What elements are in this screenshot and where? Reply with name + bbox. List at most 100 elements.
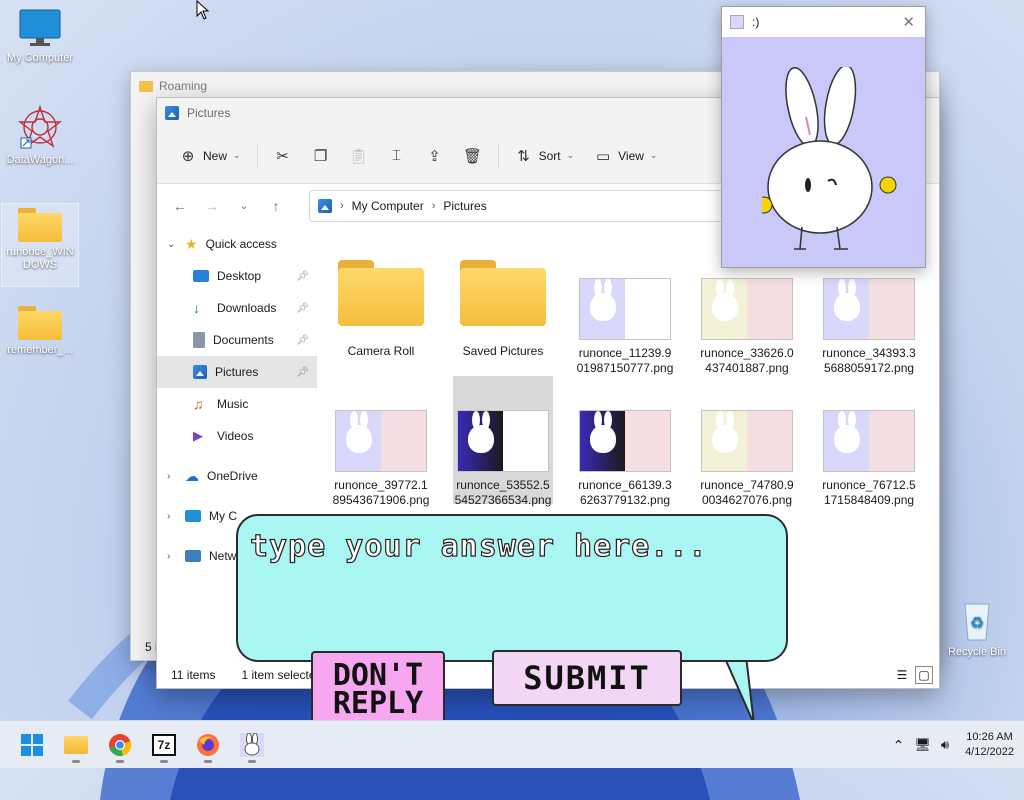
start-button[interactable] bbox=[10, 725, 54, 765]
tiles-view-button[interactable]: ▢ bbox=[915, 666, 933, 684]
file-item-image[interactable]: runonce_11239.9 01987150777.png bbox=[575, 272, 675, 376]
roaming-title: Roaming bbox=[159, 79, 208, 93]
desktop-icon-label: remember_... bbox=[7, 344, 73, 356]
image-thumbnail bbox=[701, 278, 793, 340]
file-item-saved-pictures[interactable]: Saved Pictures bbox=[453, 254, 553, 359]
view-button[interactable]: ▭ View ⌄ bbox=[584, 140, 667, 172]
dont-reply-button[interactable]: DON'T REPLY bbox=[311, 651, 445, 729]
breadcrumb-my-computer[interactable]: My Computer bbox=[352, 199, 424, 213]
bunny-illustration bbox=[762, 67, 897, 250]
taskbar-file-explorer[interactable] bbox=[54, 725, 98, 765]
document-icon bbox=[193, 332, 205, 348]
sidebar-label: Downloads bbox=[217, 301, 277, 315]
folder-icon bbox=[460, 260, 546, 326]
bunny-popup-window[interactable]: :) ✕ bbox=[721, 6, 926, 268]
taskbar-7zip[interactable]: 7z bbox=[142, 725, 186, 765]
sidebar-label: Netw bbox=[209, 549, 237, 563]
chevron-up-icon[interactable]: ⌃ bbox=[893, 737, 905, 754]
recent-locations-button[interactable]: ⌄ bbox=[231, 193, 257, 219]
image-thumbnail bbox=[701, 410, 793, 472]
submit-button[interactable]: SUBMIT bbox=[492, 650, 682, 706]
monitor-icon bbox=[185, 510, 201, 522]
cut-button[interactable]: ✂ bbox=[264, 140, 302, 172]
file-item-image[interactable]: runonce_33626.0 437401887.png bbox=[697, 272, 797, 376]
file-name: runonce_39772.1 89543671906.png bbox=[332, 478, 430, 507]
explorer-title: Pictures bbox=[187, 106, 231, 120]
file-item-image[interactable]: runonce_66139.3 6263779132.png bbox=[575, 404, 675, 508]
desktop-icon-remember-folder[interactable]: remember_... bbox=[2, 306, 78, 357]
plus-circle-icon: ⊕ bbox=[181, 147, 195, 165]
desktop-icon bbox=[193, 270, 209, 282]
clipboard-icon: 📋︎ bbox=[349, 147, 369, 165]
up-button[interactable]: ↑ bbox=[263, 193, 289, 219]
sidebar-item-documents[interactable]: Documents 📌︎ bbox=[157, 324, 317, 356]
paste-button[interactable]: 📋︎ bbox=[340, 140, 378, 172]
answer-speech-bubble bbox=[236, 514, 788, 662]
file-item-image[interactable]: runonce_34393.3 5688059172.png bbox=[819, 272, 919, 376]
desktop-icon-recycle-bin[interactable]: ♻ Recycle Bin bbox=[944, 598, 1010, 658]
trash-icon: 🗑︎ bbox=[463, 147, 483, 165]
recycle-bin-icon: ♻ bbox=[964, 603, 990, 641]
runonce-bunny-icon bbox=[240, 732, 264, 757]
sort-button[interactable]: ⇅ Sort ⌄ bbox=[505, 140, 585, 172]
share-icon: ⇪ bbox=[428, 147, 441, 165]
desktop-icon-runonce-folder[interactable]: runonce_WIN DOWS bbox=[1, 203, 79, 287]
sidebar-item-onedrive[interactable]: › ☁ OneDrive bbox=[157, 460, 317, 492]
network-status-icon[interactable]: 🖥︎ bbox=[914, 737, 931, 753]
answer-input[interactable] bbox=[250, 526, 770, 566]
sidebar-item-pictures[interactable]: Pictures 📌︎ bbox=[157, 356, 317, 388]
rename-button[interactable]: ⌶ bbox=[378, 140, 416, 172]
copy-button[interactable]: ❐ bbox=[302, 140, 340, 172]
sidebar-item-downloads[interactable]: ↓ Downloads 📌︎ bbox=[157, 292, 317, 324]
file-item-image-selected[interactable]: runonce_53552.5 54527366534.png bbox=[453, 376, 553, 507]
desktop-icon-my-computer[interactable]: My Computer bbox=[2, 8, 78, 65]
file-item-image[interactable]: runonce_76712.5 1715848409.png bbox=[819, 404, 919, 508]
details-view-button[interactable]: ☰ bbox=[893, 666, 911, 684]
image-thumbnail bbox=[823, 410, 915, 472]
folder-icon bbox=[18, 208, 62, 242]
system-tray: ⌃ 🖥︎ 🔊︎ 10:26 AM 4/12/2022 bbox=[893, 721, 1014, 769]
toolbar-divider bbox=[256, 142, 258, 169]
clock-date: 4/12/2022 bbox=[965, 746, 1014, 758]
sidebar-item-desktop[interactable]: Desktop 📌︎ bbox=[157, 260, 317, 292]
mouse-cursor bbox=[196, 0, 210, 20]
close-icon[interactable]: ✕ bbox=[902, 13, 915, 31]
chevron-down-icon: ⌄ bbox=[566, 150, 575, 160]
sidebar-label: Documents bbox=[213, 333, 274, 347]
sidebar-label: Desktop bbox=[217, 269, 262, 283]
taskbar-chrome[interactable] bbox=[98, 725, 142, 765]
sidebar-item-quick-access[interactable]: ⌄ ★ Quick access bbox=[157, 228, 317, 260]
rename-icon: ⌶ bbox=[392, 147, 402, 164]
chevron-down-icon: ⌄ bbox=[649, 150, 658, 160]
folder-icon bbox=[18, 306, 62, 340]
file-item-image[interactable]: runonce_39772.1 89543671906.png bbox=[331, 404, 431, 508]
popup-titlebar[interactable]: :) ✕ bbox=[722, 7, 925, 37]
volume-icon[interactable]: 🔊︎ bbox=[941, 737, 949, 753]
sidebar-label: Pictures bbox=[215, 365, 259, 379]
pin-icon: 📌︎ bbox=[296, 334, 309, 346]
clock-time: 10:26 AM bbox=[966, 731, 1013, 743]
sidebar-item-music[interactable]: ♫ Music bbox=[157, 388, 317, 420]
desktop-icon-datawagon[interactable]: DataWagon... bbox=[2, 104, 78, 167]
taskbar-runonce[interactable] bbox=[230, 725, 274, 765]
arrow-up-icon: ↑ bbox=[272, 198, 280, 214]
back-button[interactable]: ← bbox=[167, 193, 193, 219]
forward-button[interactable]: → bbox=[199, 193, 225, 219]
address-bar[interactable]: › My Computer › Pictures bbox=[309, 190, 739, 222]
breadcrumb-pictures[interactable]: Pictures bbox=[443, 199, 486, 213]
share-button[interactable]: ⇪ bbox=[416, 140, 454, 172]
file-item-camera-roll[interactable]: Camera Roll bbox=[331, 254, 431, 359]
taskbar-firefox[interactable] bbox=[186, 725, 230, 765]
view-icon: ▭ bbox=[596, 147, 611, 165]
sidebar-label: Videos bbox=[217, 429, 254, 443]
desktop-icon-label: My Computer bbox=[6, 52, 74, 64]
file-item-image[interactable]: runonce_74780.9 0034627076.png bbox=[697, 404, 797, 508]
dont-reply-label: DON'T REPLY bbox=[332, 658, 424, 721]
list-icon: ☰ bbox=[896, 668, 908, 682]
file-name: Camera Roll bbox=[347, 344, 415, 358]
bubble-tail bbox=[722, 656, 755, 725]
clock[interactable]: 10:26 AM 4/12/2022 bbox=[965, 730, 1014, 760]
new-button[interactable]: ⊕ New ⌄ bbox=[169, 140, 251, 172]
sidebar-item-videos[interactable]: ▶ Videos bbox=[157, 420, 317, 452]
delete-button[interactable]: 🗑︎ bbox=[454, 140, 492, 172]
